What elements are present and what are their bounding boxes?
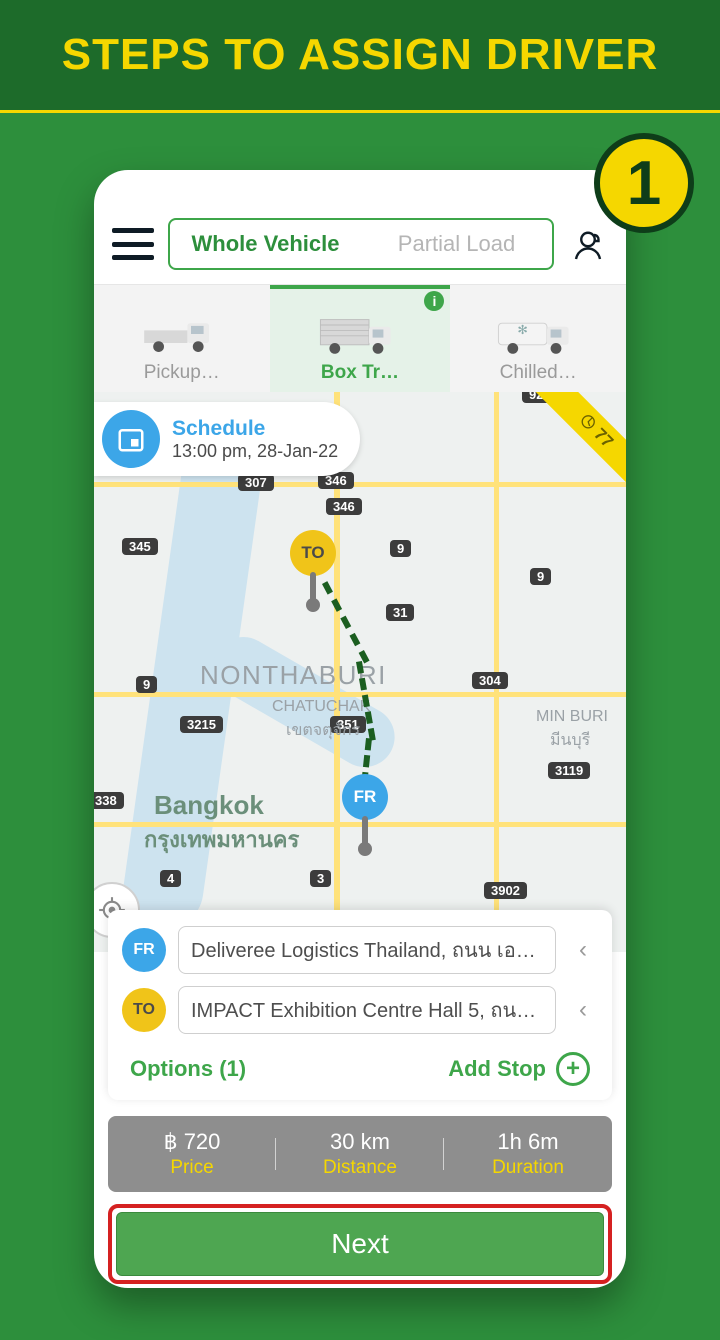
plus-icon: + [556, 1052, 590, 1086]
info-icon[interactable]: i [424, 291, 444, 311]
vehicle-label: Chilled… [500, 362, 577, 384]
to-address-row: TO IMPACT Exhibition Centre Hall 5, ถน… … [122, 986, 598, 1034]
hwy-badge: 3119 [548, 762, 590, 779]
vehicle-box-truck[interactable]: i Box Tr… [270, 285, 451, 392]
map-label-bangkok-th: กรุงเทพมหานคร [144, 822, 299, 857]
hwy-badge: 304 [472, 672, 508, 689]
schedule-heading: Schedule [172, 417, 338, 441]
distance-value: 30 km [276, 1129, 444, 1155]
distance-label: Distance [276, 1157, 444, 1179]
support-icon[interactable] [568, 224, 608, 264]
vehicle-pickup[interactable]: Pickup… [94, 285, 270, 392]
svg-text:✻: ✻ [518, 323, 529, 337]
hwy-badge: 9 [390, 540, 411, 557]
duration-label: Duration [444, 1157, 612, 1179]
page-title: STEPS TO ASSIGN DRIVER [62, 30, 659, 80]
to-badge: TO [122, 988, 166, 1032]
step-number: 1 [627, 148, 661, 219]
hwy-badge: 31 [386, 604, 414, 621]
next-label: Next [331, 1228, 389, 1260]
hwy-badge: 3215 [180, 716, 223, 733]
step-number-badge: 1 [594, 133, 694, 233]
hwy-badge: 3902 [484, 882, 527, 899]
phone-mockup: Whole Vehicle Partial Load Pickup… i [94, 170, 626, 1288]
vehicle-chilled[interactable]: ✻ Chilled… [450, 285, 626, 392]
next-button[interactable]: Next [116, 1212, 604, 1276]
map-pin-to-label: TO [301, 543, 324, 563]
vehicle-selector: Pickup… i Box Tr… ✻ Chilled… [94, 284, 626, 392]
map-label-bangkok-en: Bangkok [154, 790, 264, 821]
hwy-badge: 338 [94, 792, 124, 809]
trip-summary-bar: ฿ 720 Price 30 km Distance 1h 6m Duratio… [108, 1116, 612, 1192]
chevron-left-icon[interactable]: ‹ [568, 936, 598, 964]
hwy-badge: 346 [326, 498, 362, 515]
from-address-row: FR Deliveree Logistics Thailand, ถนน เอ…… [122, 926, 598, 974]
ribbon-value: 77 [590, 425, 617, 452]
address-panel: FR Deliveree Logistics Thailand, ถนน เอ…… [108, 910, 612, 1100]
app-toolbar: Whole Vehicle Partial Load [94, 170, 626, 284]
duration-value: 1h 6m [444, 1129, 612, 1155]
price-value: ฿ 720 [108, 1129, 276, 1155]
add-stop-label: Add Stop [448, 1056, 546, 1082]
map-label-chatuchak-en: CHATUCHAK [272, 698, 370, 716]
summary-distance: 30 km Distance [276, 1129, 444, 1179]
hwy-badge: 307 [238, 474, 274, 491]
to-address-input[interactable]: IMPACT Exhibition Centre Hall 5, ถน… [178, 986, 556, 1034]
calendar-icon [102, 410, 160, 468]
from-badge: FR [122, 928, 166, 972]
map-label-chatuchak-th: เขตจตุจักร [286, 718, 360, 743]
from-address-input[interactable]: Deliveree Logistics Thailand, ถนน เอ… [178, 926, 556, 974]
price-label: Price [108, 1157, 276, 1179]
instruction-header: STEPS TO ASSIGN DRIVER [0, 0, 720, 113]
map-pin-from-label: FR [354, 787, 377, 807]
schedule-chip[interactable]: Schedule 13:00 pm, 28-Jan-22 [94, 402, 360, 476]
chevron-left-icon[interactable]: ‹ [568, 996, 598, 1024]
add-stop-button[interactable]: Add Stop + [448, 1052, 590, 1086]
map[interactable]: 9214 346 3214 307 346 346 345 9 9 31 9 3… [94, 392, 626, 952]
hwy-badge: 9 [530, 568, 551, 585]
vehicle-label: Box Tr… [321, 362, 399, 384]
schedule-detail: 13:00 pm, 28-Jan-22 [172, 441, 338, 462]
summary-duration: 1h 6m Duration [444, 1129, 612, 1179]
map-label-minburi-en: MIN BURI [536, 708, 608, 726]
next-button-highlight: Next [108, 1204, 612, 1284]
load-type-toggle[interactable]: Whole Vehicle Partial Load [168, 218, 554, 270]
load-type-partial[interactable]: Partial Load [361, 220, 552, 268]
hwy-badge: 3 [310, 870, 331, 887]
hwy-badge: 4 [160, 870, 181, 887]
hwy-badge: 345 [122, 538, 158, 555]
map-pin-to[interactable]: TO [290, 530, 336, 576]
options-label: Options (1) [130, 1056, 246, 1082]
distance-ribbon: 77 [536, 392, 626, 491]
vehicle-label: Pickup… [144, 362, 220, 384]
summary-price: ฿ 720 Price [108, 1129, 276, 1179]
hwy-badge: 9 [136, 676, 157, 693]
load-type-whole[interactable]: Whole Vehicle [170, 220, 361, 268]
menu-button[interactable] [112, 228, 154, 260]
options-link[interactable]: Options (1) [130, 1052, 246, 1086]
map-pin-from[interactable]: FR [342, 774, 388, 820]
map-label-minburi-th: มีนบุรี [550, 728, 590, 753]
